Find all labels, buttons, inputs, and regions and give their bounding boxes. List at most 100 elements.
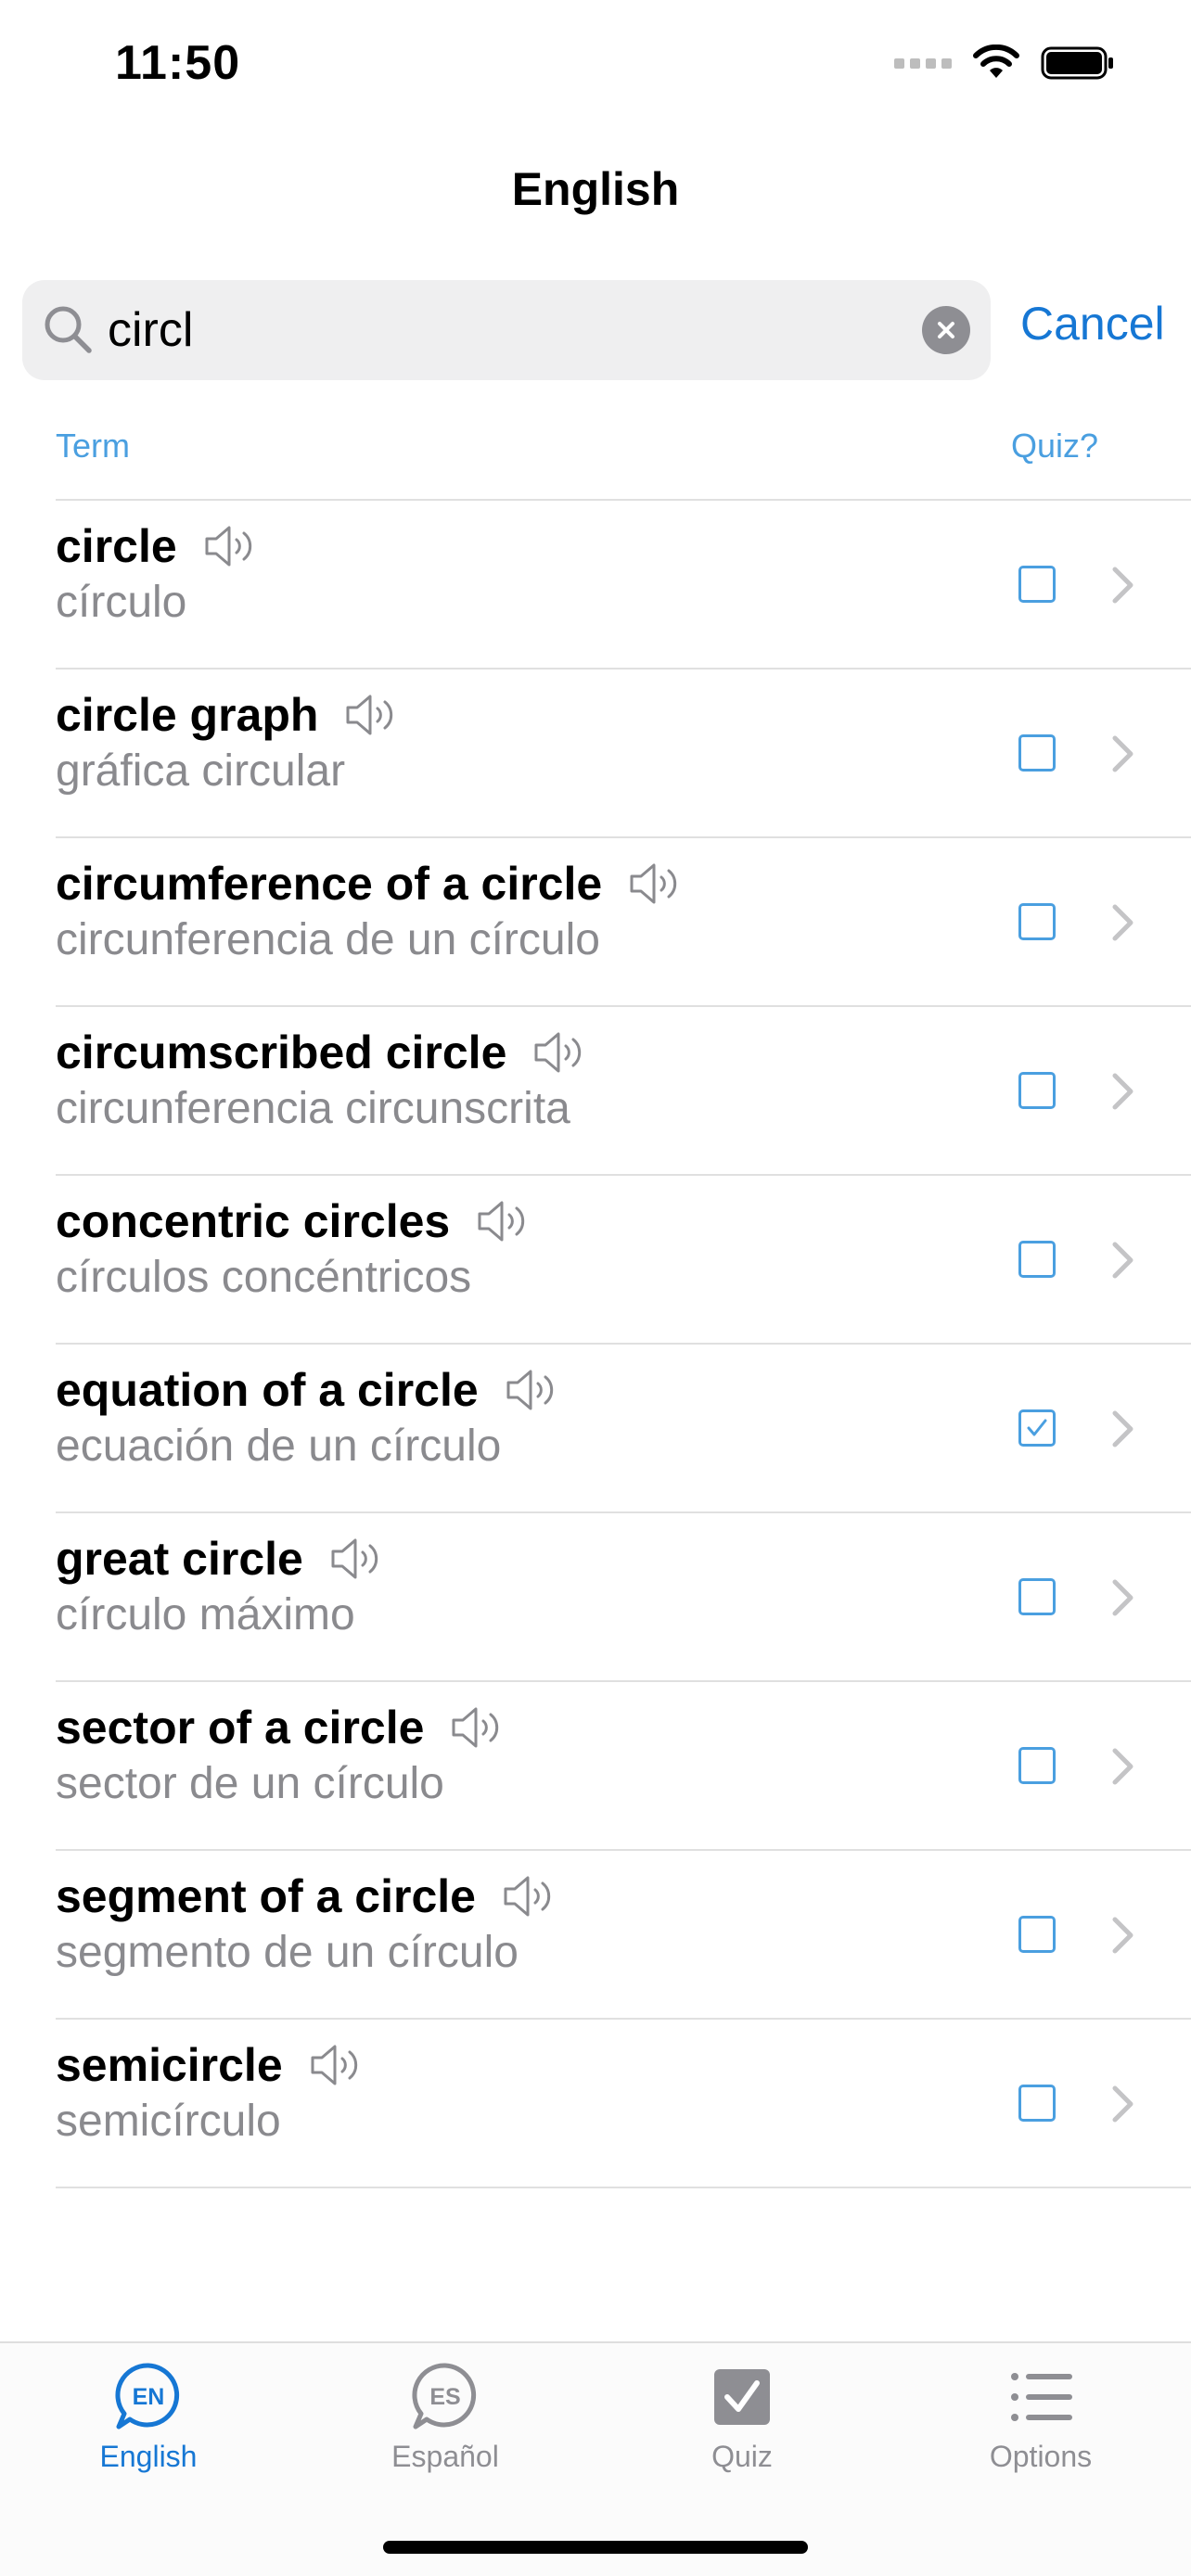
speaker-icon[interactable] (203, 524, 259, 568)
quiz-checkbox[interactable] (1018, 1578, 1056, 1615)
tab-bar: EN English ES Español Quiz Options (0, 2341, 1191, 2576)
term-spanish: ecuación de un círculo (56, 1422, 502, 1471)
tab-options-label: Options (989, 2440, 1093, 2473)
term-row[interactable]: great circle círculo máximo (56, 1513, 1191, 1682)
en-bubble-icon: EN (115, 2363, 180, 2429)
chevron-right-icon (1112, 1748, 1133, 1785)
home-indicator (383, 2541, 808, 2554)
term-spanish: semicírculo (56, 2097, 281, 2146)
term-english: equation of a circle (56, 1364, 479, 1416)
term-row[interactable]: equation of a circle ecuación de un círcu… (56, 1345, 1191, 1513)
status-icons (894, 45, 1115, 82)
quiz-checkbox[interactable] (1018, 1409, 1056, 1447)
term-row[interactable]: circle graph gráfica circular (56, 670, 1191, 838)
battery-icon (1041, 46, 1113, 80)
term-line: segment of a circle (56, 1869, 557, 1923)
term-spanish: circunferencia de un círculo (56, 915, 600, 964)
cellular-signal-icon (894, 57, 952, 69)
term-row[interactable]: circumference of a circle circunferencia … (56, 838, 1191, 1007)
term-row[interactable]: sector of a circle sector de un círculo (56, 1682, 1191, 1851)
speaker-icon[interactable] (309, 2043, 365, 2087)
cancel-button[interactable]: Cancel (1020, 297, 1165, 351)
tab-english-label: English (99, 2440, 198, 2473)
svg-text:ES: ES (429, 2384, 460, 2410)
tab-english[interactable]: EN English (56, 2360, 241, 2474)
chevron-right-icon (1112, 1073, 1133, 1110)
quiz-checkbox[interactable] (1018, 1241, 1056, 1278)
term-spanish: círculo (56, 578, 187, 627)
term-line: circumscribed circle (56, 1026, 588, 1079)
term-spanish: círculos concéntricos (56, 1253, 472, 1302)
term-english: semicircle (56, 2039, 283, 2091)
speaker-icon[interactable] (344, 693, 400, 737)
speaker-icon[interactable] (476, 1199, 531, 1243)
chevron-right-icon (1112, 2085, 1133, 2123)
page-title: English (511, 163, 680, 215)
clear-search-icon[interactable] (922, 306, 970, 354)
list-icon (1011, 2373, 1072, 2421)
status-time: 11:50 (115, 36, 241, 90)
search-bar[interactable] (22, 280, 991, 380)
term-row[interactable]: semicircle semicírculo (56, 2020, 1191, 2188)
quiz-checkbox[interactable] (1018, 1747, 1056, 1784)
term-list: circle círculo circle graph gráfica circula… (56, 501, 1191, 2188)
term-line: circle graph (56, 688, 400, 742)
term-english: segment of a circle (56, 1870, 476, 1922)
term-column-header: Term (56, 427, 130, 465)
term-line: circumference of a circle (56, 857, 684, 911)
es-bubble-icon: ES (412, 2363, 477, 2429)
term-spanish: gráfica circular (56, 746, 346, 796)
term-line: equation of a circle (56, 1363, 560, 1417)
wifi-icon (973, 45, 1019, 78)
quiz-checkbox[interactable] (1018, 903, 1056, 940)
list-header: Term Quiz? (56, 427, 1191, 501)
speaker-icon[interactable] (505, 1368, 560, 1412)
quiz-checkbox[interactable] (1018, 2085, 1056, 2122)
term-english: circumference of a circle (56, 858, 603, 910)
term-row[interactable]: circle círculo (56, 501, 1191, 670)
term-row[interactable]: circumscribed circle circunferencia circu… (56, 1007, 1191, 1176)
speaker-icon[interactable] (329, 1537, 385, 1581)
quiz-checkbox[interactable] (1018, 1072, 1056, 1109)
term-english: circumscribed circle (56, 1027, 507, 1078)
chevron-right-icon (1112, 904, 1133, 941)
chevron-right-icon (1112, 567, 1133, 604)
search-input[interactable] (108, 293, 905, 367)
tab-espanol[interactable]: ES Español (352, 2360, 538, 2474)
term-english: circle graph (56, 689, 319, 741)
term-english: circle (56, 520, 177, 572)
chevron-right-icon (1112, 1242, 1133, 1279)
chevron-right-icon (1112, 1917, 1133, 1954)
chevron-right-icon (1112, 1579, 1133, 1616)
term-english: great circle (56, 1533, 303, 1585)
svg-text:EN: EN (133, 2384, 165, 2410)
quiz-checkbox[interactable] (1018, 566, 1056, 603)
speaker-icon[interactable] (450, 1705, 506, 1750)
term-line: circle (56, 519, 259, 573)
term-spanish: segmento de un círculo (56, 1928, 519, 1977)
term-row[interactable]: concentric circles círculos concéntricos (56, 1176, 1191, 1345)
term-english: concentric circles (56, 1195, 451, 1247)
term-spanish: sector de un círculo (56, 1759, 444, 1808)
term-english: sector of a circle (56, 1702, 425, 1753)
quiz-checkbox[interactable] (1018, 1916, 1056, 1953)
search-icon (45, 306, 92, 353)
term-line: great circle (56, 1532, 385, 1586)
term-spanish: circunferencia circunscrita (56, 1084, 570, 1133)
term-line: semicircle (56, 2038, 365, 2092)
speaker-icon[interactable] (628, 861, 684, 906)
tab-quiz-label: Quiz (711, 2440, 773, 2473)
term-spanish: círculo máximo (56, 1590, 355, 1639)
tab-options[interactable]: Options (948, 2360, 1133, 2474)
term-row[interactable]: segment of a circle segmento de un círcul… (56, 1851, 1191, 2020)
quiz-check-icon (714, 2369, 770, 2425)
tab-quiz[interactable]: Quiz (649, 2360, 835, 2474)
tab-espanol-label: Español (391, 2440, 499, 2473)
term-line: concentric circles (56, 1194, 531, 1248)
speaker-icon[interactable] (502, 1874, 557, 1919)
quiz-column-header: Quiz? (1011, 427, 1099, 465)
speaker-icon[interactable] (532, 1030, 588, 1075)
status-bar: 11:50 (0, 0, 1191, 139)
quiz-checkbox[interactable] (1018, 734, 1056, 772)
chevron-right-icon (1112, 1410, 1133, 1447)
